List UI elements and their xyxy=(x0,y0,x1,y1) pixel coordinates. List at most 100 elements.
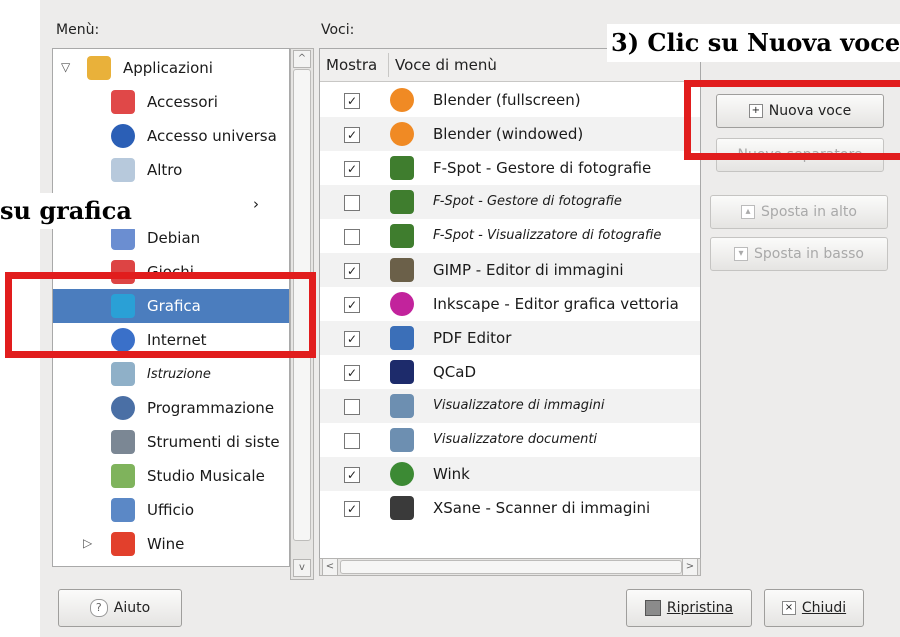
document-viewer-icon xyxy=(390,428,414,452)
row-label: Wink xyxy=(433,465,470,483)
folder-icon xyxy=(87,56,111,80)
help-button[interactable]: ? Aiuto xyxy=(58,589,182,627)
tree-item-label: › xyxy=(253,195,259,213)
table-row[interactable]: ✓ PDF Editor xyxy=(320,321,700,355)
tree-item-accesso-universale[interactable]: Accesso universa xyxy=(53,119,289,153)
column-header-item[interactable]: Voce di menù xyxy=(395,49,497,81)
scroll-right-icon[interactable]: > xyxy=(682,558,698,576)
table-row[interactable]: ✓ XSane - Scanner di immagini xyxy=(320,491,700,525)
table-row[interactable]: ✓ F-Spot - Gestore di fotografie xyxy=(320,151,700,185)
tree-item-altro[interactable]: Altro xyxy=(53,153,289,187)
close-icon: × xyxy=(781,601,796,615)
revert-button[interactable]: Ripristina xyxy=(626,589,752,627)
table-row[interactable]: F-Spot - Gestore di fotografie xyxy=(320,185,700,219)
show-checkbox[interactable]: ✓ xyxy=(344,297,360,313)
row-label: Blender (fullscreen) xyxy=(433,91,581,109)
tree-item-label: Studio Musicale xyxy=(147,467,265,485)
education-icon xyxy=(111,362,135,386)
show-checkbox[interactable] xyxy=(344,399,360,415)
tree-item-label: Accesso universa xyxy=(147,127,277,145)
tree-item-label: Accessori xyxy=(147,93,218,111)
scrollbar-thumb[interactable] xyxy=(340,560,682,574)
accessibility-icon xyxy=(111,124,135,148)
f-spot-icon xyxy=(390,224,414,248)
arrow-down-icon: ▾ xyxy=(734,247,748,261)
arrow-up-icon: ▴ xyxy=(741,205,756,219)
qcad-icon xyxy=(390,360,414,384)
table-row[interactable]: ✓ Inkscape - Editor grafica vettoria xyxy=(320,287,700,321)
show-checkbox[interactable]: ✓ xyxy=(344,467,360,483)
debian-icon xyxy=(111,226,135,250)
close-label: Chiudi xyxy=(801,600,847,616)
row-label: PDF Editor xyxy=(433,329,512,347)
show-checkbox[interactable]: ✓ xyxy=(344,161,360,177)
callout-grafica: su grafica xyxy=(0,193,150,229)
programming-icon xyxy=(111,396,135,420)
tree-item-label: Ufficio xyxy=(147,501,195,519)
tree-item-label: Altro xyxy=(147,161,183,179)
row-label: Visualizzatore documenti xyxy=(433,432,598,447)
tree-item-label: Strumenti di siste xyxy=(147,433,280,451)
table-row[interactable]: Visualizzatore documenti xyxy=(320,423,700,457)
show-checkbox[interactable]: ✓ xyxy=(344,501,360,517)
tree-item-accessori[interactable]: Accessori xyxy=(53,85,289,119)
row-label: F-Spot - Gestore di fotografie xyxy=(433,194,622,209)
move-down-label: Sposta in basso xyxy=(754,246,864,262)
table-row[interactable]: Visualizzatore di immagini xyxy=(320,389,700,423)
f-spot-icon xyxy=(390,156,414,180)
expander-down-icon[interactable]: ▽ xyxy=(61,60,70,74)
show-checkbox[interactable]: ✓ xyxy=(344,93,360,109)
f-spot-icon xyxy=(390,190,414,214)
close-button[interactable]: × Chiudi xyxy=(764,589,864,627)
tree-item-wine[interactable]: ▷ Wine xyxy=(53,527,289,561)
table-row[interactable]: ✓ Wink xyxy=(320,457,700,491)
tree-item-label: Istruzione xyxy=(147,366,211,382)
accessories-icon xyxy=(111,90,135,114)
expander-right-icon[interactable]: ▷ xyxy=(83,536,92,550)
scroll-left-icon[interactable]: < xyxy=(322,558,338,576)
show-checkbox[interactable] xyxy=(344,229,360,245)
tree-item-ufficio[interactable]: Ufficio xyxy=(53,493,289,527)
other-icon xyxy=(111,158,135,182)
music-icon xyxy=(111,464,135,488)
column-header-show[interactable]: Mostra xyxy=(326,49,377,81)
menu-items-table[interactable]: Mostra Voce di menù ✓ Blender (fullscree… xyxy=(319,48,701,571)
show-checkbox[interactable] xyxy=(344,433,360,449)
wink-icon xyxy=(390,462,414,486)
move-up-label: Sposta in alto xyxy=(761,204,857,220)
scroll-up-icon[interactable]: ^ xyxy=(293,50,311,68)
show-checkbox[interactable] xyxy=(344,195,360,211)
row-label: F-Spot - Gestore di fotografie xyxy=(433,159,652,177)
tree-item-programmazione[interactable]: Programmazione xyxy=(53,391,289,425)
help-icon: ? xyxy=(89,599,108,617)
show-checkbox[interactable]: ✓ xyxy=(344,365,360,381)
image-viewer-icon xyxy=(390,394,414,418)
office-icon xyxy=(111,498,135,522)
column-divider xyxy=(388,53,389,77)
items-header: Voci: xyxy=(321,22,355,38)
callout-step-3: 3) Clic su Nuova voce xyxy=(607,24,900,62)
annotation-highlight-grafica xyxy=(5,272,316,358)
row-label: Blender (windowed) xyxy=(433,125,584,143)
table-row[interactable]: ✓ Blender (windowed) xyxy=(320,117,700,151)
move-up-button[interactable]: ▴ Sposta in alto xyxy=(710,195,888,229)
show-checkbox[interactable]: ✓ xyxy=(344,331,360,347)
show-checkbox[interactable]: ✓ xyxy=(344,127,360,143)
inkscape-icon xyxy=(390,292,414,316)
scroll-down-icon[interactable]: v xyxy=(293,559,311,577)
row-label: Visualizzatore di immagini xyxy=(433,398,605,413)
table-row[interactable]: ✓ GIMP - Editor di immagini xyxy=(320,253,700,287)
revert-label: Ripristina xyxy=(666,600,734,616)
tree-item-strumenti-di-sistema[interactable]: Strumenti di siste xyxy=(53,425,289,459)
xsane-icon xyxy=(390,496,414,520)
table-row[interactable]: ✓ QCaD xyxy=(320,355,700,389)
tree-item-istruzione[interactable]: Istruzione xyxy=(53,357,289,391)
table-row[interactable]: F-Spot - Visualizzatore di fotografie xyxy=(320,219,700,253)
tree-item-studio-musicale[interactable]: Studio Musicale xyxy=(53,459,289,493)
table-horizontal-scrollbar[interactable]: < > xyxy=(319,558,701,576)
table-row[interactable]: ✓ Blender (fullscreen) xyxy=(320,83,700,117)
show-checkbox[interactable]: ✓ xyxy=(344,263,360,279)
blender-icon xyxy=(390,88,414,112)
move-down-button[interactable]: ▾ Sposta in basso xyxy=(710,237,888,271)
tree-item-applicazioni[interactable]: ▽ Applicazioni xyxy=(53,51,289,85)
